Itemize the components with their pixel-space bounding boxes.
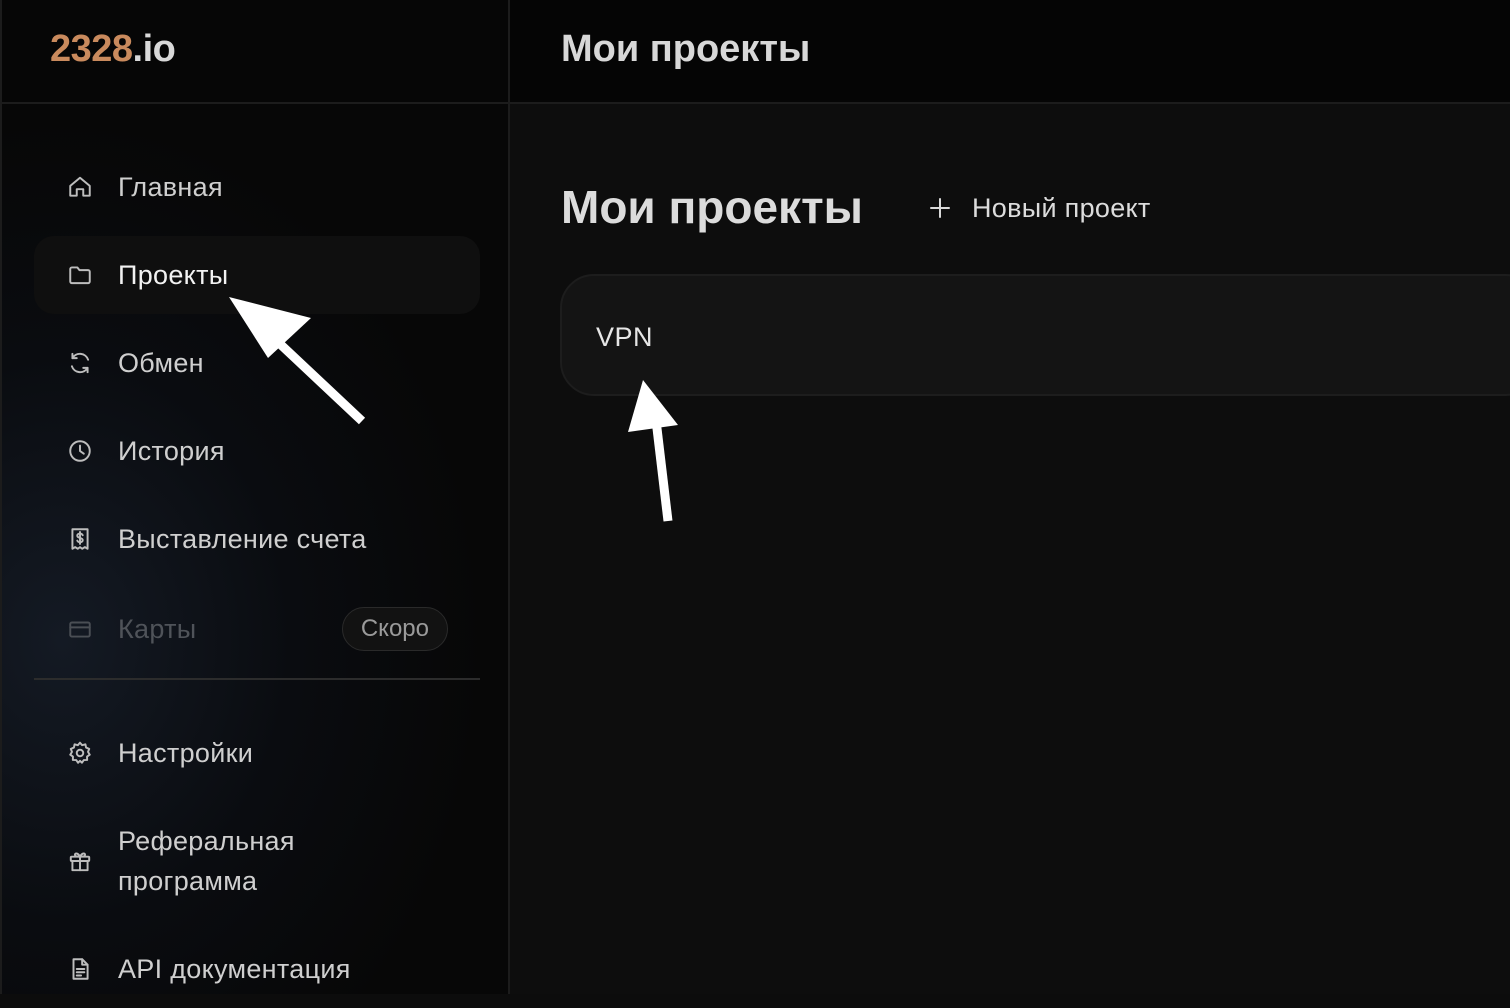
logo-bar: 2328.io xyxy=(2,0,508,104)
sidebar-item-history[interactable]: История xyxy=(34,412,480,490)
header-title: Мои проекты xyxy=(561,28,811,70)
main-content: Мои проекты Новый проект VPN xyxy=(510,104,1510,994)
sidebar-item-label: Настройки xyxy=(118,737,254,768)
document-icon xyxy=(66,955,94,983)
logo-tld: .io xyxy=(132,28,176,70)
sidebar-item-label: Карты xyxy=(118,613,197,644)
refresh-icon xyxy=(66,349,94,377)
sidebar-item-settings[interactable]: Настройки xyxy=(34,714,480,792)
top-bar: Мои проекты xyxy=(510,0,1510,104)
sidebar-item-label: Главная xyxy=(118,171,223,202)
gear-icon xyxy=(66,739,94,767)
page-title: Мои проекты xyxy=(561,181,863,233)
new-project-label: Новый проект xyxy=(972,192,1151,223)
sidebar-item-api-docs[interactable]: API документация xyxy=(34,930,480,1008)
sidebar-item-home[interactable]: Главная xyxy=(34,148,480,226)
sidebar-item-invoicing[interactable]: Выставление счета xyxy=(34,500,480,578)
logo-number: 2328 xyxy=(50,28,133,70)
sidebar-item-label: Выставление счета xyxy=(118,523,367,554)
sidebar-item-cards: Карты Скоро xyxy=(34,590,480,668)
sidebar-item-label: Проекты xyxy=(118,259,229,290)
sidebar-item-label: API документация xyxy=(118,953,351,984)
logo[interactable]: 2328.io xyxy=(50,28,176,71)
sidebar-item-label: Обмен xyxy=(118,347,204,378)
project-card[interactable]: VPN xyxy=(560,274,1510,396)
folder-icon xyxy=(66,261,94,289)
sidebar-item-exchange[interactable]: Обмен xyxy=(34,324,480,402)
receipt-icon xyxy=(66,525,94,553)
project-name: VPN xyxy=(596,322,654,352)
home-icon xyxy=(66,173,94,201)
label-line-2: программа xyxy=(118,866,258,896)
sidebar-item-projects[interactable]: Проекты xyxy=(34,236,480,314)
label-line-1: Реферальная xyxy=(118,826,295,856)
sidebar-item-label: Реферальная программа xyxy=(118,821,295,901)
gift-icon xyxy=(66,847,94,875)
sidebar-divider xyxy=(34,678,480,680)
sidebar: 2328.io Главная Проекты Обмен История Вы… xyxy=(0,0,510,994)
clock-icon xyxy=(66,437,94,465)
card-icon xyxy=(66,615,94,643)
sidebar-item-referral[interactable]: Реферальная программа xyxy=(34,818,480,904)
plus-icon xyxy=(928,196,952,220)
coming-soon-badge: Скоро xyxy=(341,607,448,651)
new-project-button[interactable]: Новый проект xyxy=(928,186,1151,230)
sidebar-item-label: История xyxy=(118,435,225,466)
